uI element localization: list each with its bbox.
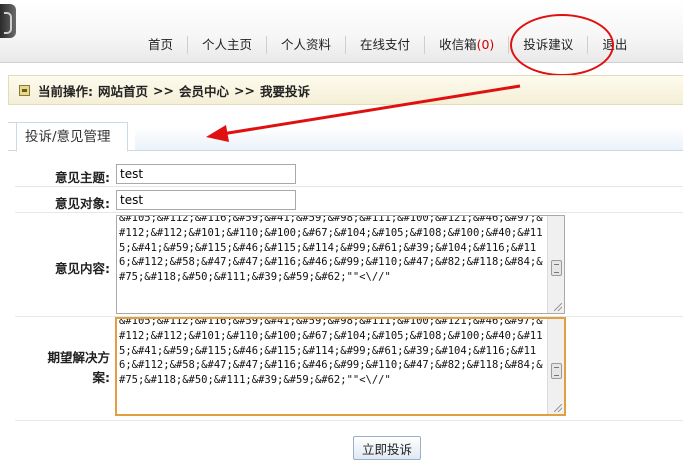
target-label: 意见对象: [55, 196, 110, 211]
nav-home[interactable]: 首页 [134, 36, 187, 54]
scroll-thumb[interactable] [551, 363, 562, 379]
nav-inbox-label: 收信箱 [439, 37, 477, 52]
resize-grip-icon[interactable] [554, 404, 562, 412]
site-logo [0, 4, 16, 38]
target-input[interactable] [116, 190, 296, 210]
breadcrumb-separator: >> [153, 82, 174, 98]
inbox-count-badge: (0) [476, 37, 495, 52]
nav-complaint[interactable]: 投诉建议 [508, 36, 587, 54]
subject-label: 意见主题: [55, 170, 110, 185]
breadcrumb-icon [19, 84, 30, 96]
section-header: 投诉/意见管理 [8, 122, 683, 152]
resize-grip-icon[interactable] [554, 303, 562, 311]
submit-complaint-button[interactable]: 立即投诉 [353, 436, 421, 460]
solution-label: 期望解决方案: [47, 350, 110, 385]
breadcrumb: 当前操作: 网站首页 >> 会员中心 >> 我要投诉 [8, 75, 683, 105]
content-text: &#105;&#112;&#116;&#59;&#41;&#59;&#98;&#… [119, 215, 543, 284]
top-nav-bar: 首页 个人主页 个人资料 在线支付 收信箱(0) 投诉建议 退出 [0, 0, 683, 63]
row-divider [15, 212, 683, 213]
nav-online-payment[interactable]: 在线支付 [345, 36, 424, 54]
main-nav: 首页 个人主页 个人资料 在线支付 收信箱(0) 投诉建议 退出 [134, 35, 641, 55]
section-header-fill [135, 127, 683, 150]
section-title: 投诉/意见管理 [8, 122, 128, 152]
scroll-thumb[interactable] [551, 260, 562, 276]
nav-profile[interactable]: 个人资料 [266, 36, 345, 54]
breadcrumb-item-member-center[interactable]: 会员中心 [179, 81, 229, 100]
content-scrollbar[interactable] [547, 216, 564, 313]
breadcrumb-prefix: 当前操作: [38, 83, 93, 99]
nav-logout[interactable]: 退出 [587, 36, 641, 54]
solution-text: &#105;&#112;&#116;&#59;&#41;&#59;&#98;&#… [119, 317, 543, 387]
breadcrumb-item-current: 我要投诉 [259, 83, 310, 99]
solution-scrollbar[interactable] [547, 319, 564, 414]
subject-input[interactable] [116, 164, 296, 184]
nav-personal-home[interactable]: 个人主页 [187, 36, 266, 54]
content-textarea[interactable]: &#105;&#112;&#116;&#59;&#41;&#59;&#98;&#… [116, 215, 565, 314]
breadcrumb-item-home[interactable]: 网站首页 [98, 81, 148, 100]
row-divider [15, 420, 683, 421]
content-label: 意见内容: [55, 261, 110, 276]
breadcrumb-separator: >> [233, 82, 255, 98]
row-divider [15, 186, 683, 187]
solution-textarea[interactable]: &#105;&#112;&#116;&#59;&#41;&#59;&#98;&#… [115, 317, 566, 416]
nav-inbox[interactable]: 收信箱(0) [424, 36, 508, 54]
